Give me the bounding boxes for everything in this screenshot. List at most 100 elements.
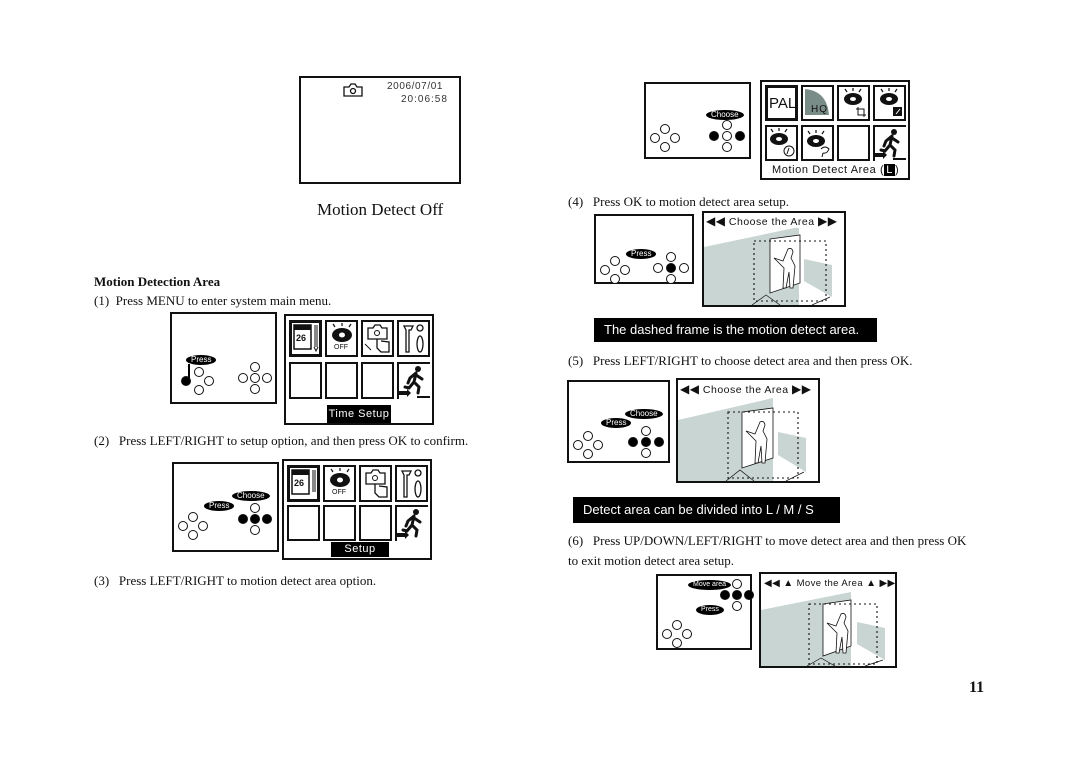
dpad-down[interactable] [666, 274, 676, 284]
menu-item-exit[interactable] [395, 505, 428, 541]
dpad-ok[interactable] [641, 437, 651, 447]
dpad-down[interactable] [722, 142, 732, 152]
dpad-right[interactable] [670, 133, 680, 143]
dpad-down[interactable] [610, 274, 620, 284]
dpad-down[interactable] [250, 384, 260, 394]
dpad-ok[interactable] [732, 590, 742, 600]
dpad-left[interactable] [662, 629, 672, 639]
dpad-left[interactable] [600, 265, 610, 275]
menu-item-capture[interactable] [359, 465, 392, 502]
menu-item-tools[interactable] [395, 465, 428, 502]
dpad-right[interactable] [654, 437, 664, 447]
menu-item-exit[interactable] [397, 362, 430, 399]
dpad-right[interactable] [679, 263, 689, 273]
dpad-right[interactable] [735, 131, 745, 141]
dpad-up[interactable] [641, 426, 651, 436]
menu-item-motion-detect[interactable]: OFF [323, 465, 356, 502]
scene-title: ◀◀ Choose the Area ▶▶ [680, 382, 812, 396]
tools-icon [400, 469, 422, 498]
dpad-up[interactable] [583, 431, 593, 441]
dpad-left[interactable] [178, 521, 188, 531]
dpad-right[interactable] [620, 265, 630, 275]
dpad-up[interactable] [722, 120, 732, 130]
dpad-left[interactable] [709, 131, 719, 141]
dpad-up[interactable] [250, 503, 260, 513]
dpad-down[interactable] [660, 142, 670, 152]
menu-item-crop[interactable] [837, 85, 870, 121]
dpad-up[interactable] [672, 620, 682, 630]
step-text: Press LEFT/RIGHT to motion detect area o… [118, 573, 377, 588]
dpad-left[interactable] [628, 437, 638, 447]
menu-item-tools[interactable] [397, 320, 430, 357]
dpad-ok[interactable] [722, 131, 732, 141]
dpad-right[interactable] [204, 376, 214, 386]
scene-title: ◀◀ ▲ Move the Area ▲ ▶▶ [764, 578, 896, 589]
eye-off-icon [330, 468, 350, 487]
step-5: (5) Press LEFT/RIGHT to choose detect ar… [568, 353, 913, 369]
dpad-down[interactable] [188, 530, 198, 540]
step-text: Press OK to motion detect area setup. [592, 194, 789, 209]
dpad-up[interactable] [610, 256, 620, 266]
dpad-up[interactable] [666, 252, 676, 262]
dpad-up[interactable] [188, 512, 198, 522]
dpad-right[interactable] [262, 514, 272, 524]
eye-off-icon [332, 323, 352, 342]
dpad-left[interactable] [238, 373, 248, 383]
menu-item-motion-detect[interactable]: OFF [325, 320, 358, 357]
step-number: (3) [94, 573, 110, 588]
dpad-down[interactable] [194, 385, 204, 395]
remote-control-diagram: Move area Press [656, 574, 754, 650]
menu-item-quality[interactable]: HQ [801, 85, 834, 121]
menu-item-sensitivity[interactable] [873, 85, 906, 121]
step-text: Press LEFT/RIGHT to setup option, and th… [118, 433, 469, 448]
move-area-bubble: Move area [688, 580, 732, 590]
calendar-day: 26 [294, 478, 305, 488]
step-number: (6) [568, 533, 584, 548]
menu-item-exit[interactable] [873, 125, 906, 161]
motion-detect-area-label: Motion Detect Area [772, 164, 877, 176]
menu-item-time-setup[interactable]: 26 [287, 465, 320, 502]
off-label: OFF [332, 489, 346, 496]
dpad-up[interactable] [732, 579, 742, 589]
dpad-down[interactable] [250, 525, 260, 535]
dpad-left[interactable] [238, 514, 248, 524]
remote-control-diagram: Press [170, 312, 277, 404]
dpad-left[interactable] [650, 133, 660, 143]
menu-item-alarm[interactable] [801, 125, 834, 161]
area-division-banner: Detect area can be divided into L / M / … [573, 497, 840, 523]
menu-item-timer[interactable] [765, 125, 798, 161]
dpad-up[interactable] [660, 124, 670, 134]
dpad-down[interactable] [583, 449, 593, 459]
menu-item-video-standard[interactable]: PAL [765, 85, 798, 121]
dpad-right[interactable] [198, 521, 208, 531]
menu-item-empty [837, 125, 870, 161]
menu-item-capture[interactable] [361, 320, 394, 357]
remote-control-diagram: Press [594, 214, 694, 284]
menu-button[interactable] [181, 376, 191, 386]
dpad-left[interactable] [720, 590, 730, 600]
setup-menu-screen: 26 OFF Setup [282, 459, 432, 560]
motion-detect-off-caption: Motion Detect Off [317, 200, 444, 219]
press-bubble: Press [204, 501, 235, 511]
dpad-down[interactable] [732, 601, 742, 611]
step-6: (6) Press UP/DOWN/LEFT/RIGHT to move det… [568, 533, 966, 549]
dpad-down[interactable] [641, 448, 651, 458]
menu-selected-label: Setup [331, 542, 389, 557]
menu-item-time-setup[interactable]: 26 [289, 320, 322, 357]
dpad-up[interactable] [250, 362, 260, 372]
dpad-ok[interactable] [666, 263, 676, 273]
dpad-right[interactable] [744, 590, 754, 600]
dpad-down[interactable] [672, 638, 682, 648]
detect-area-scene: ◀◀ Choose the Area ▶▶ [676, 378, 820, 483]
dpad-up[interactable] [194, 367, 204, 377]
dpad-ok[interactable] [250, 373, 260, 383]
dpad-right[interactable] [262, 373, 272, 383]
dpad-left[interactable] [653, 263, 663, 273]
dpad-ok[interactable] [250, 514, 260, 524]
dpad-right[interactable] [593, 440, 603, 450]
dpad-left[interactable] [573, 440, 583, 450]
dpad-right[interactable] [682, 629, 692, 639]
detect-area-scene: ◀◀ Choose the Area ▶▶ [702, 211, 846, 307]
rewind-icon: ◀◀ [764, 578, 781, 589]
up-arrow-icon: ▲ [866, 578, 877, 589]
